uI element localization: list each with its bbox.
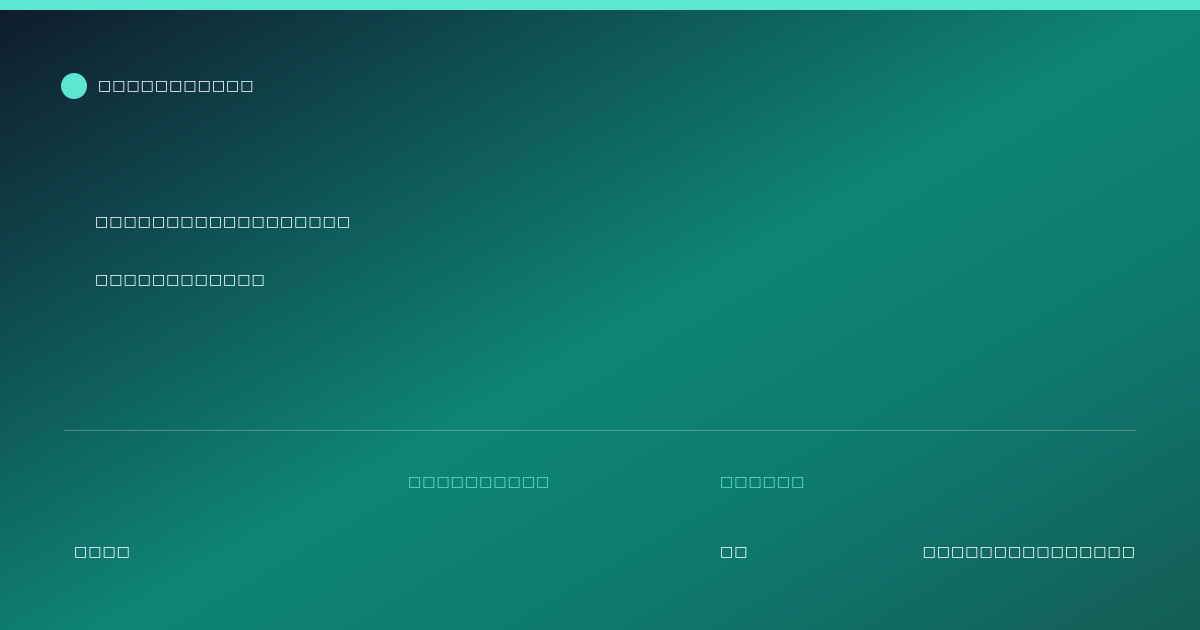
top-accent-bar [0, 0, 1200, 10]
divider [64, 430, 1136, 431]
brand: □□□□□□□□□□□ [61, 73, 255, 99]
headline: □□□□□□□□□□□□□□□□□□ [95, 214, 352, 230]
footer-label-b: □□□□□□ [720, 474, 806, 490]
dot-icon [61, 73, 87, 99]
subheadline: □□□□□□□□□□□□ [95, 272, 266, 288]
footer-value-2: □□ [720, 544, 749, 560]
footer-value-1: □□□□ [74, 544, 131, 560]
social-card: □□□□□□□□□□□ □□□□□□□□□□□□□□□□□□ □□□□□□□□□… [0, 0, 1200, 630]
brand-name: □□□□□□□□□□□ [98, 78, 255, 94]
footer-value-3: □□□□□□□□□□□□□□□ [922, 544, 1136, 560]
footer-label-a: □□□□□□□□□□ [408, 474, 551, 490]
